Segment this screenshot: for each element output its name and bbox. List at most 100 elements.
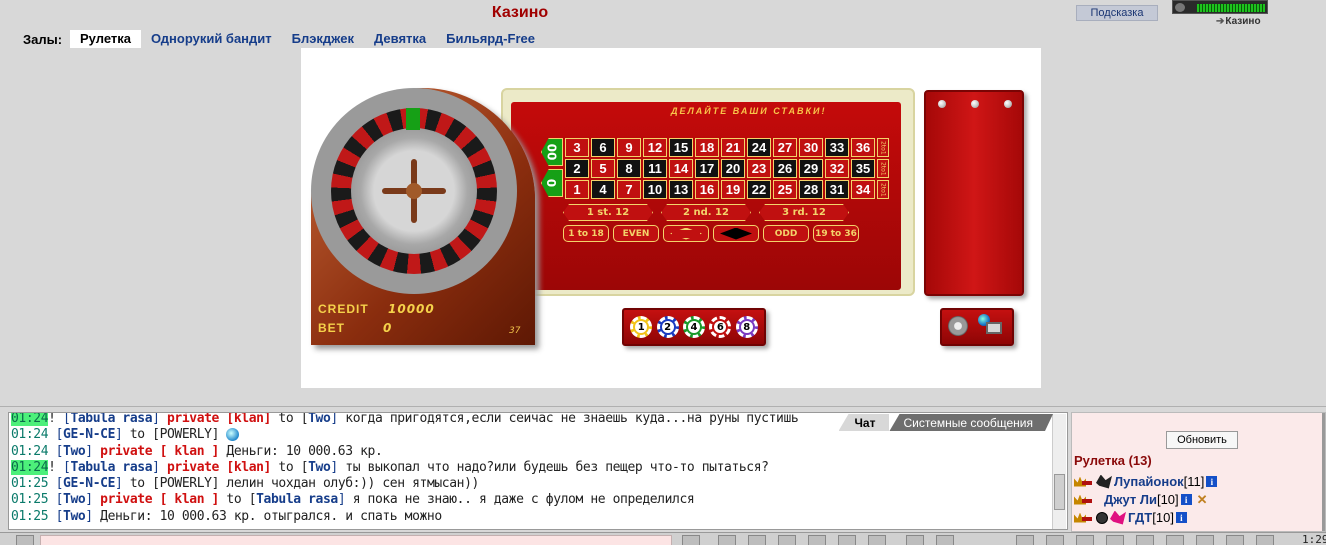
casino-link[interactable]: ➔Казино <box>1216 16 1261 27</box>
smiley-icon[interactable] <box>906 535 924 545</box>
nickname-link[interactable]: Tabula rasa <box>70 413 152 426</box>
nickname-link[interactable]: Tabula rasa <box>70 460 152 475</box>
tab-hall-4[interactable]: Бильярд-Free <box>436 30 545 48</box>
nickname-link[interactable]: Tabula rasa <box>256 492 338 507</box>
bet-cell-number[interactable]: 21 <box>721 138 745 157</box>
column-bet[interactable]: 2to1 <box>877 159 889 178</box>
info-icon[interactable]: i <box>1206 476 1218 487</box>
bet-cell-number[interactable]: 2 <box>565 159 589 178</box>
bet-cell-number[interactable]: 11 <box>643 159 667 178</box>
nickname-link[interactable]: Two <box>63 492 86 507</box>
user-row[interactable]: ГДТ [10] i <box>1074 509 1187 526</box>
nickname-link[interactable]: GE-N-CE <box>63 427 115 442</box>
info-icon[interactable]: i <box>1180 494 1192 505</box>
bet-cell-number[interactable]: 13 <box>669 180 693 199</box>
dozen-bet[interactable]: 1 st. 12 <box>563 204 653 221</box>
black-bet[interactable] <box>713 225 759 242</box>
tab-hall-2[interactable]: Блэкджек <box>282 30 364 48</box>
refresh-button[interactable]: Обновить <box>1166 431 1238 449</box>
bet-cell-number[interactable]: 33 <box>825 138 849 157</box>
chip-button[interactable]: 8 <box>735 316 758 338</box>
bet-cell-number[interactable]: 26 <box>773 159 797 178</box>
chip-button[interactable]: 4 <box>682 316 705 338</box>
odd-bet[interactable]: ODD <box>763 225 809 242</box>
bet-cell-number[interactable]: 18 <box>695 138 719 157</box>
bet-cell-number[interactable]: 19 <box>721 180 745 199</box>
column-bet[interactable]: 2to1 <box>877 138 889 157</box>
low-bet[interactable]: 1 to 18 <box>563 225 609 242</box>
tool-icon[interactable] <box>868 535 886 545</box>
bet-cell-number[interactable]: 30 <box>799 138 823 157</box>
bet-cell-number[interactable]: 20 <box>721 159 745 178</box>
user-name[interactable]: Джут Ли <box>1104 492 1157 507</box>
menu-icon[interactable] <box>16 535 34 545</box>
tool-icon[interactable] <box>1076 535 1094 545</box>
scroll-thumb[interactable] <box>1054 474 1065 510</box>
nickname-link[interactable]: Two <box>308 413 331 426</box>
chip-button[interactable]: 2 <box>656 316 679 338</box>
bet-cell-number[interactable]: 36 <box>851 138 875 157</box>
tool-icon[interactable] <box>1226 535 1244 545</box>
chip-button[interactable]: 6 <box>709 316 732 338</box>
chip-button[interactable]: 1 <box>630 316 653 338</box>
bet-cell-number[interactable]: 15 <box>669 138 693 157</box>
bet-cell-number[interactable]: 17 <box>695 159 719 178</box>
user-name[interactable]: ГДТ <box>1128 510 1152 525</box>
bet-cell-number[interactable]: 5 <box>591 159 615 178</box>
dozen-bet[interactable]: 3 rd. 12 <box>759 204 849 221</box>
bet-cell-number[interactable]: 35 <box>851 159 875 178</box>
bet-cell-number[interactable]: 6 <box>591 138 615 157</box>
nickname-link[interactable]: Two <box>308 460 331 475</box>
red-bet[interactable] <box>663 225 709 242</box>
bet-cell-00[interactable]: 00 <box>541 138 563 166</box>
scroll-down-icon[interactable] <box>1054 517 1065 529</box>
column-bet[interactable]: 2to1 <box>877 180 889 199</box>
bet-cell-number[interactable]: 31 <box>825 180 849 199</box>
bet-cell-number[interactable]: 9 <box>617 138 641 157</box>
bet-cell-number[interactable]: 4 <box>591 180 615 199</box>
even-bet[interactable]: EVEN <box>613 225 659 242</box>
tab-system-messages[interactable]: Системные сообщения <box>889 414 1053 431</box>
tool-icon[interactable] <box>808 535 826 545</box>
bet-cell-number[interactable]: 27 <box>773 138 797 157</box>
bet-cell-number[interactable]: 14 <box>669 159 693 178</box>
exit-icon[interactable] <box>1256 535 1274 545</box>
tool-icon[interactable] <box>1196 535 1214 545</box>
tool-icon[interactable] <box>838 535 856 545</box>
tab-hall-1[interactable]: Однорукий бандит <box>141 30 282 48</box>
scroll-up-icon[interactable] <box>1054 414 1065 426</box>
bet-cell-number[interactable]: 12 <box>643 138 667 157</box>
send-icon[interactable] <box>682 535 700 545</box>
user-list-scrollbar[interactable] <box>1322 413 1325 531</box>
tool-icon[interactable] <box>1016 535 1034 545</box>
nickname-link[interactable]: Two <box>63 509 86 524</box>
speaker-icon[interactable] <box>948 316 968 336</box>
tool-icon[interactable] <box>1046 535 1064 545</box>
bet-cell-number[interactable]: 24 <box>747 138 771 157</box>
hint-button[interactable]: Подсказка <box>1076 5 1158 21</box>
high-bet[interactable]: 19 to 36 <box>813 225 859 242</box>
network-icon[interactable] <box>978 314 1004 338</box>
nickname-link[interactable]: GE-N-CE <box>63 476 115 491</box>
tab-hall-3[interactable]: Девятка <box>364 30 436 48</box>
bet-cell-number[interactable]: 28 <box>799 180 823 199</box>
user-row[interactable]: Джут Ли [10] i ✕ <box>1074 491 1208 508</box>
bet-cell-number[interactable]: 34 <box>851 180 875 199</box>
bet-cell-number[interactable]: 7 <box>617 180 641 199</box>
tool-icon[interactable] <box>778 535 796 545</box>
nickname-link[interactable]: Two <box>63 444 86 459</box>
bet-cell-number[interactable]: 32 <box>825 159 849 178</box>
tool-icon[interactable] <box>718 535 736 545</box>
chat-scrollbar[interactable] <box>1052 414 1066 529</box>
bet-cell-number[interactable]: 23 <box>747 159 771 178</box>
chat-input[interactable] <box>40 535 672 545</box>
bet-cell-number[interactable]: 29 <box>799 159 823 178</box>
tool-icon[interactable] <box>748 535 766 545</box>
bet-cell-number[interactable]: 16 <box>695 180 719 199</box>
bet-cell-number[interactable]: 22 <box>747 180 771 199</box>
info-icon[interactable]: i <box>1175 512 1187 523</box>
tab-chat[interactable]: Чат <box>838 414 890 431</box>
bet-cell-number[interactable]: 25 <box>773 180 797 199</box>
bet-cell-number[interactable]: 1 <box>565 180 589 199</box>
bet-cell-number[interactable]: 10 <box>643 180 667 199</box>
